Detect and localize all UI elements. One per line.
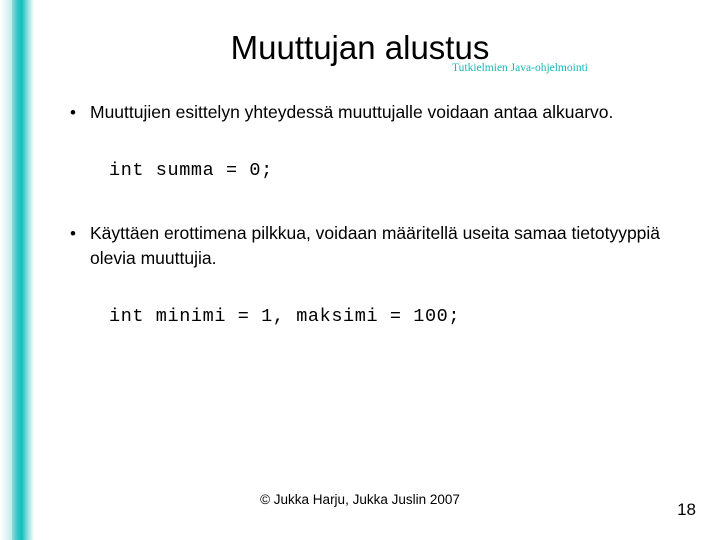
bullet-item-1: Muuttujien esittelyn yhteydessä muuttuja… bbox=[62, 100, 694, 125]
gradient-band-middle bbox=[12, 0, 22, 540]
gradient-band-inner bbox=[22, 0, 34, 540]
slide: Muuttujan alustus Tutkielmien Java-ohjel… bbox=[0, 0, 720, 540]
gradient-band-outer bbox=[0, 0, 12, 540]
footer-copyright: © Jukka Harju, Jukka Juslin 2007 bbox=[260, 492, 460, 507]
slide-body: Muuttujien esittelyn yhteydessä muuttuja… bbox=[62, 100, 694, 329]
code-sample-1: int summa = 0; bbox=[109, 160, 273, 181]
bullet-item-2: Käyttäen erottimena pilkkua, voidaan mää… bbox=[62, 221, 694, 271]
code-sample-2: int minimi = 1, maksimi = 100; bbox=[109, 306, 461, 327]
left-decorative-bar bbox=[0, 0, 34, 540]
slide-number: 18 bbox=[677, 500, 696, 519]
slide-subtitle: Tutkielmien Java-ohjelmointi bbox=[452, 62, 588, 74]
